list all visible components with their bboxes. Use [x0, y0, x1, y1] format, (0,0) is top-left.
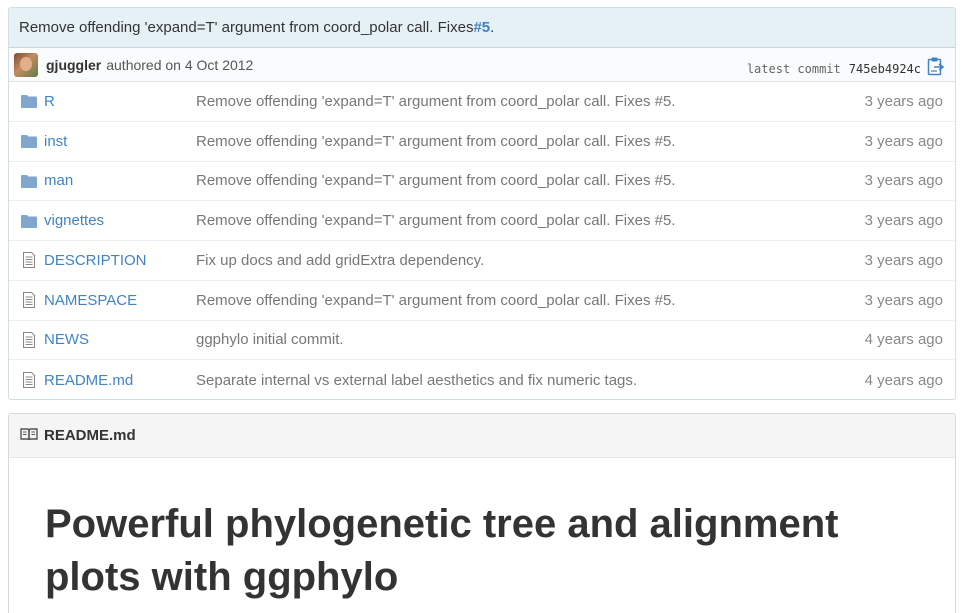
file-name-link[interactable]: R	[44, 93, 196, 110]
file-row: NAMESPACE Remove offending 'expand=T' arg…	[9, 281, 955, 321]
file-age: 3 years ago	[864, 251, 943, 269]
file-commit-message[interactable]: Fix up docs and add gridExtra dependency…	[196, 252, 865, 269]
file-age: 3 years ago	[864, 291, 943, 309]
file-commit-message[interactable]: Remove offending 'expand=T' argument fro…	[196, 292, 865, 309]
file-age: 3 years ago	[864, 132, 943, 150]
file-name-link[interactable]: NAMESPACE	[44, 292, 196, 309]
file-age: 3 years ago	[864, 212, 943, 230]
folder-icon	[21, 133, 37, 149]
file-row: README.md Separate internal vs external l…	[9, 360, 955, 399]
file-commit-message[interactable]: Remove offending 'expand=T' argument fro…	[196, 172, 865, 189]
latest-commit-label: latest commit	[746, 61, 841, 76]
folder-icon	[21, 213, 37, 229]
file-icon	[21, 331, 37, 348]
readme-header: README.md	[9, 414, 955, 458]
folder-icon	[21, 93, 37, 109]
commit-sha[interactable]: 745eb4924c	[849, 62, 921, 76]
file-commit-message[interactable]: Remove offending 'expand=T' argument fro…	[196, 93, 865, 110]
clipboard-icon[interactable]	[927, 56, 945, 76]
commit-message: Remove offending 'expand=T' argument fro…	[19, 19, 474, 36]
file-row: vignettes Remove offending 'expand=T' arg…	[9, 201, 955, 241]
file-name-link[interactable]: NEWS	[44, 331, 196, 348]
file-name-link[interactable]: inst	[44, 133, 196, 150]
file-list: R Remove offending 'expand=T' argument fr…	[9, 82, 955, 399]
author-link[interactable]: gjuggler	[46, 57, 101, 73]
file-name-link[interactable]: README.md	[44, 372, 196, 389]
file-age: 4 years ago	[864, 371, 943, 389]
file-row: inst Remove offending 'expand=T' argument…	[9, 122, 955, 162]
file-row: man Remove offending 'expand=T' argument …	[9, 162, 955, 202]
file-age: 3 years ago	[864, 92, 943, 110]
file-row: NEWS ggphylo initial commit. 4 years ago	[9, 321, 955, 361]
readme-body: Powerful phylogenetic tree and alignment…	[9, 458, 955, 613]
file-age: 4 years ago	[864, 331, 943, 349]
readme-panel: README.md Powerful phylogenetic tree and…	[8, 413, 956, 613]
file-commit-message[interactable]: ggphylo initial commit.	[196, 331, 865, 348]
file-icon	[21, 292, 37, 309]
file-name-link[interactable]: man	[44, 172, 196, 189]
book-icon	[20, 427, 44, 445]
file-commit-message[interactable]: Separate internal vs external label aest…	[196, 372, 865, 389]
commit-message-suffix: .	[490, 19, 495, 36]
commit-meta: gjuggler authored on 4 Oct 2012 latest c…	[9, 48, 955, 82]
file-name-link[interactable]: vignettes	[44, 212, 196, 229]
authored-date: authored on 4 Oct 2012	[106, 56, 254, 73]
commit-title: Remove offending 'expand=T' argument fro…	[9, 8, 955, 48]
file-row: R Remove offending 'expand=T' argument fr…	[9, 82, 955, 122]
file-name-link[interactable]: DESCRIPTION	[44, 252, 196, 269]
readme-filename: README.md	[44, 427, 136, 444]
file-commit-message[interactable]: Remove offending 'expand=T' argument fro…	[196, 212, 865, 229]
file-icon	[21, 372, 37, 389]
file-age: 3 years ago	[864, 172, 943, 190]
file-icon	[21, 252, 37, 269]
folder-icon	[21, 173, 37, 189]
avatar[interactable]	[14, 52, 38, 77]
commit-panel: Remove offending 'expand=T' argument fro…	[8, 7, 956, 400]
issue-link[interactable]: #5	[473, 19, 490, 36]
file-commit-message[interactable]: Remove offending 'expand=T' argument fro…	[196, 133, 865, 150]
file-row: DESCRIPTION Fix up docs and add gridExtra…	[9, 241, 955, 281]
readme-title: Powerful phylogenetic tree and alignment…	[45, 498, 919, 613]
